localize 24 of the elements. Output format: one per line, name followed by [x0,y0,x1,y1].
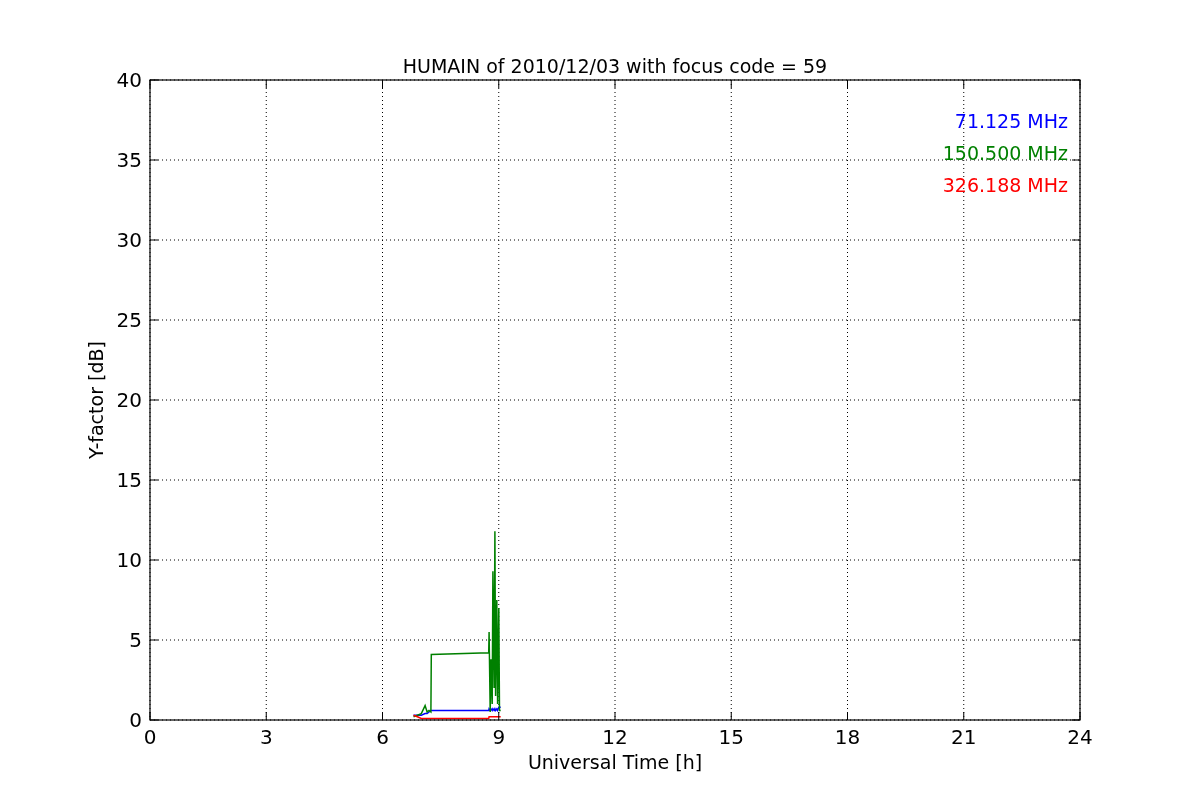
y-tick-label: 40 [116,68,142,92]
x-tick-label: 9 [492,725,506,749]
legend-label: 150.500 MHz [942,142,1068,164]
x-tick-label: 6 [376,725,389,749]
y-tick-label: 10 [116,548,142,572]
x-tick-label: 24 [1067,725,1093,749]
y-tick-label: 25 [116,308,142,332]
x-tick-label: 3 [259,725,273,749]
legend-label: 71.125 MHz [954,110,1068,132]
y-tick-label: 20 [116,388,142,412]
y-axis-label: Y-factor [dB] [85,341,107,459]
y-tick-label: 35 [116,148,142,172]
y-tick-label: 15 [116,468,142,492]
x-tick-label: 12 [602,725,628,749]
y-tick-label: 5 [129,628,142,652]
x-tick-label: 18 [834,725,861,749]
y-tick-label: 0 [129,708,142,732]
chart-title: HUMAIN of 2010/12/03 with focus code = 59 [402,55,828,77]
x-tick-label: 21 [951,725,977,749]
x-tick-label: 15 [718,725,744,749]
x-tick-label: 0 [143,725,157,749]
x-axis-label: Universal Time [h] [527,751,703,773]
legend-label: 326.188 MHz [942,174,1068,196]
y-tick-label: 30 [116,228,142,252]
